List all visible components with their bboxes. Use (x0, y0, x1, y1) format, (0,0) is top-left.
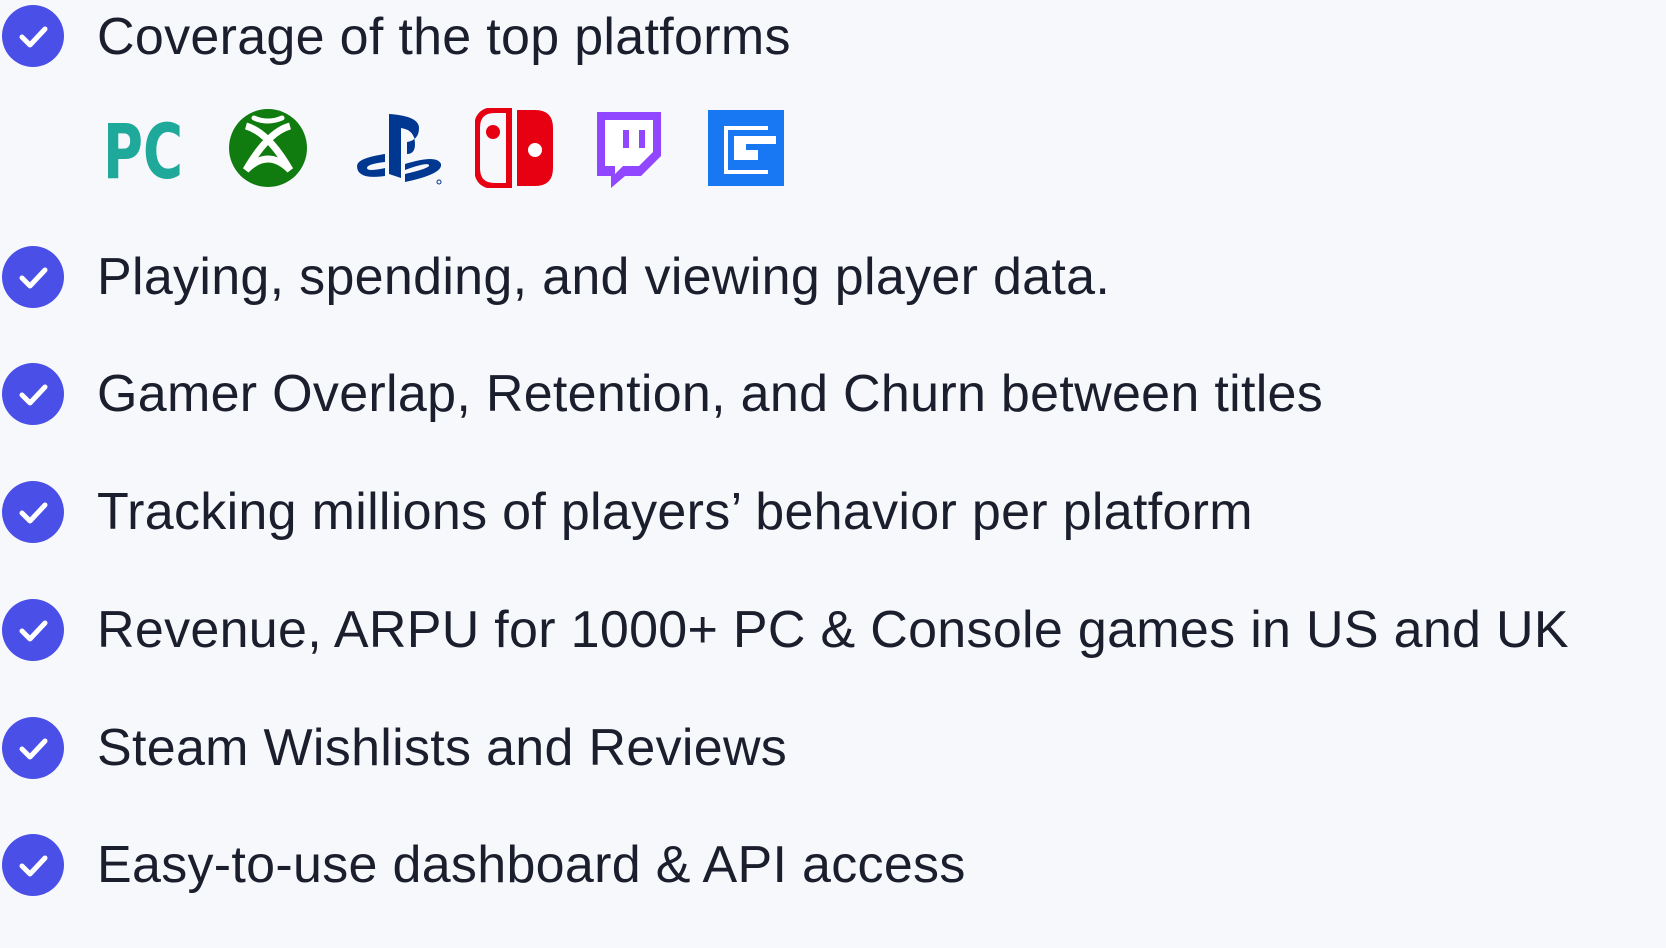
checkmark-icon (2, 481, 64, 543)
xbox-logo-icon (229, 109, 307, 187)
feature-label: Revenue, ARPU for 1000+ PC & Console gam… (97, 601, 1569, 659)
twitch-logo-icon (597, 112, 661, 188)
feature-label: Easy-to-use dashboard & API access (97, 836, 966, 894)
feature-label: Gamer Overlap, Retention, and Churn betw… (97, 365, 1324, 423)
pc-logo-icon: PC (103, 114, 183, 186)
pc-logo-text: PC (103, 114, 183, 186)
checkmark-icon (2, 717, 64, 779)
facebook-gaming-logo-icon (708, 110, 784, 186)
feature-label: Tracking millions of players’ behavior p… (97, 483, 1253, 541)
playstation-logo-icon (357, 114, 442, 185)
checkmark-icon (2, 5, 64, 67)
checkmark-icon (2, 599, 64, 661)
feature-label: Playing, spending, and viewing player da… (97, 248, 1111, 306)
checkmark-icon (2, 834, 64, 896)
nintendo-switch-logo-icon (475, 108, 553, 188)
feature-label: Coverage of the top platforms (97, 8, 791, 66)
feature-label: Steam Wishlists and Reviews (97, 719, 788, 777)
checkmark-icon (2, 246, 64, 308)
checkmark-icon (2, 363, 64, 425)
